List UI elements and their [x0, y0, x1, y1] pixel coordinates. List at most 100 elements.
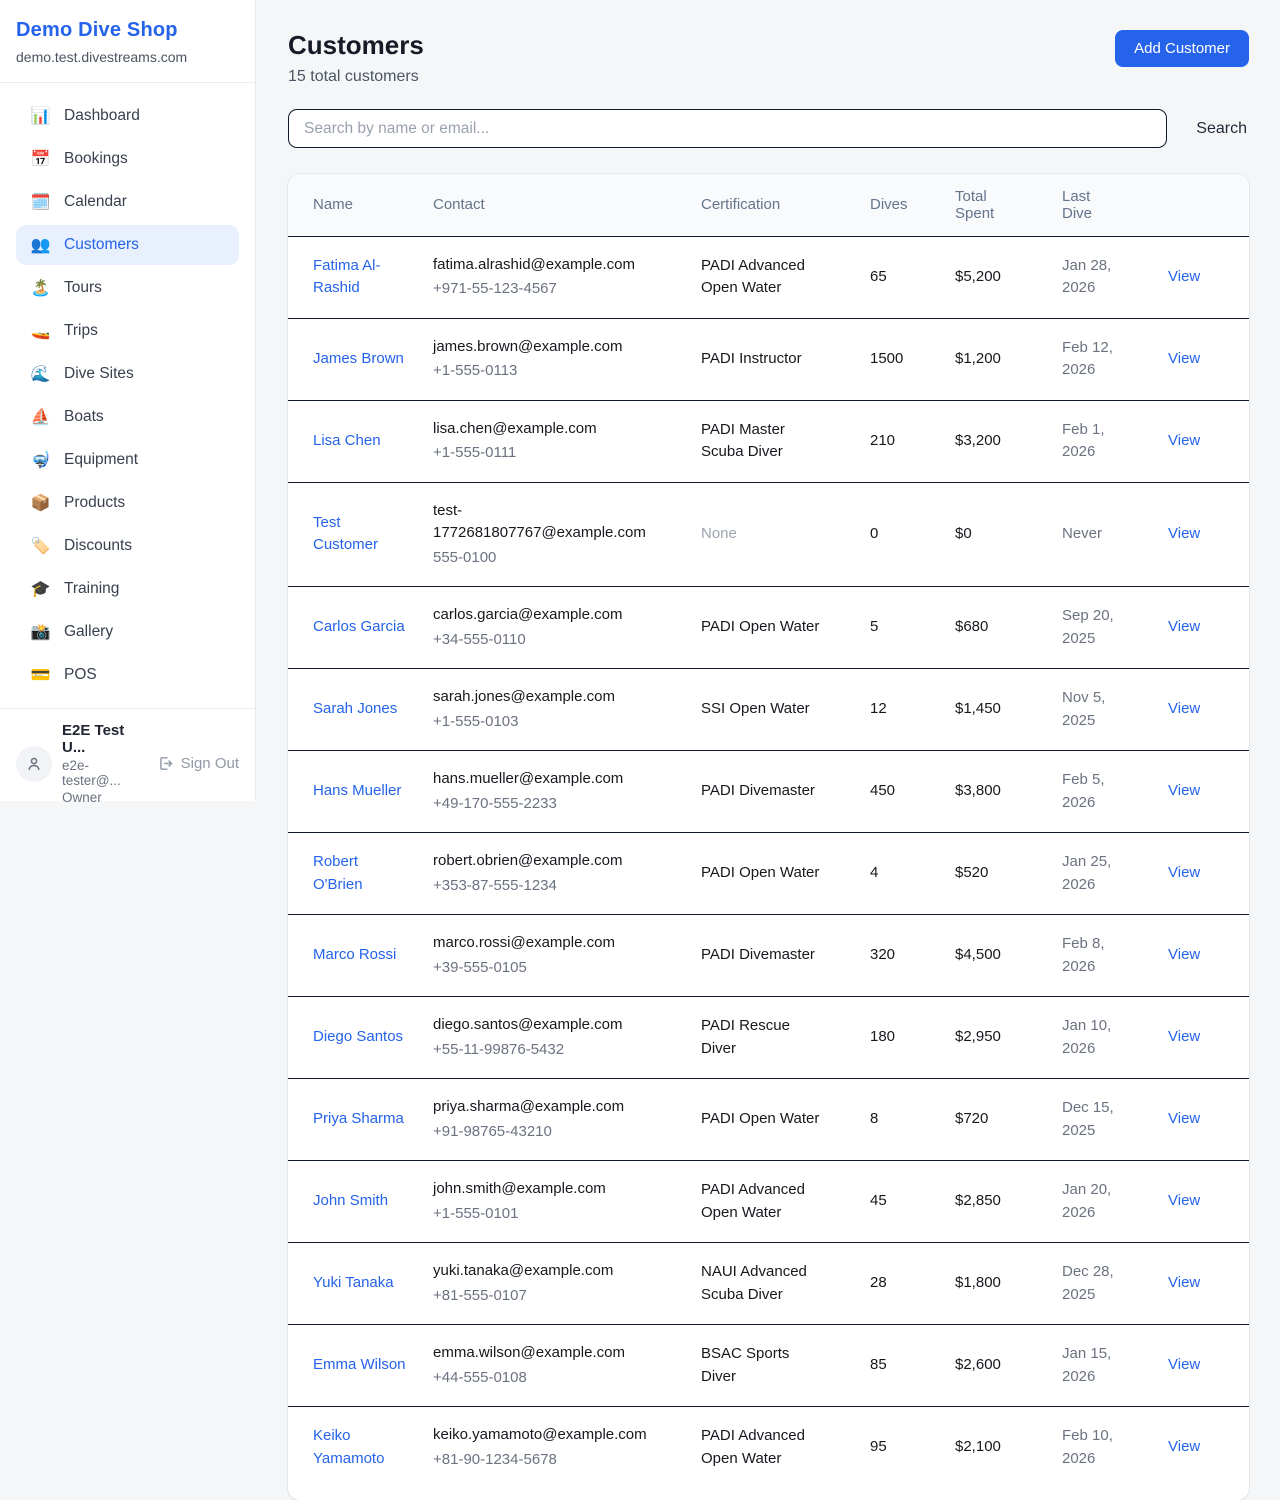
customer-last-dive-cell: Feb 12, 2026 — [1062, 318, 1168, 400]
sidebar-item-customers[interactable]: 👥 Customers — [16, 225, 239, 265]
sidebar-item-discounts[interactable]: 🏷️ Discounts — [16, 526, 239, 566]
customer-name-link[interactable]: Yuki Tanaka — [313, 1272, 394, 1295]
customer-contact-cell: marco.rossi@example.com +39-555-0105 — [433, 915, 701, 997]
customer-certification-cell: PADI Open Water — [701, 587, 870, 669]
last-dive-value: Jan 15, 2026 — [1062, 1343, 1134, 1388]
view-link[interactable]: View — [1168, 618, 1200, 635]
customer-last-dive-cell: Nov 5, 2025 — [1062, 669, 1168, 751]
sidebar-item-tours[interactable]: 🏝️ Tours — [16, 268, 239, 308]
customer-name-link[interactable]: Diego Santos — [313, 1026, 403, 1049]
customer-name-link[interactable]: Hans Mueller — [313, 780, 401, 803]
sidebar-item-pos[interactable]: 💳 POS — [16, 655, 239, 695]
customer-actions-cell: View — [1168, 915, 1249, 997]
view-link[interactable]: View — [1168, 946, 1200, 963]
view-link[interactable]: View — [1168, 782, 1200, 799]
sign-out-icon — [157, 755, 174, 772]
view-link[interactable]: View — [1168, 525, 1200, 542]
last-dive-value: Feb 10, 2026 — [1062, 1425, 1134, 1470]
customer-name-cell: Fatima Al-Rashid — [288, 236, 433, 318]
customer-name-link[interactable]: Robert O'Brien — [313, 851, 409, 896]
sidebar-item-bookings[interactable]: 📅 Bookings — [16, 139, 239, 179]
last-dive-value: Dec 28, 2025 — [1062, 1261, 1134, 1306]
customer-name-link[interactable]: Sarah Jones — [313, 698, 397, 721]
nav-item-icon: 🏷️ — [30, 536, 51, 556]
customer-last-dive-cell: Jan 10, 2026 — [1062, 997, 1168, 1079]
customer-certification-cell: PADI Instructor — [701, 318, 870, 400]
last-dive-value: Sep 20, 2025 — [1062, 605, 1134, 650]
view-link[interactable]: View — [1168, 700, 1200, 717]
customer-email: emma.wilson@example.com — [433, 1342, 658, 1365]
view-link[interactable]: View — [1168, 1274, 1200, 1291]
search-button[interactable]: Search — [1194, 114, 1249, 144]
customer-name-link[interactable]: Fatima Al-Rashid — [313, 255, 409, 300]
customer-name-link[interactable]: James Brown — [313, 348, 404, 371]
customer-name-link[interactable]: Marco Rossi — [313, 944, 396, 967]
sidebar-item-dashboard[interactable]: 📊 Dashboard — [16, 96, 239, 136]
customer-contact-cell: james.brown@example.com +1-555-0113 — [433, 318, 701, 400]
customer-email: james.brown@example.com — [433, 336, 658, 359]
view-link[interactable]: View — [1168, 1028, 1200, 1045]
customer-name-link[interactable]: Carlos Garcia — [313, 616, 405, 639]
page-header: Customers 15 total customers Add Custome… — [288, 30, 1249, 86]
sidebar-item-products[interactable]: 📦 Products — [16, 483, 239, 523]
sidebar-item-calendar[interactable]: 🗓️ Calendar — [16, 182, 239, 222]
view-link[interactable]: View — [1168, 1356, 1200, 1373]
certification-label: PADI Divemaster — [701, 780, 815, 803]
sidebar-item-training[interactable]: 🎓 Training — [16, 569, 239, 609]
table-row: Diego Santos diego.santos@example.com +5… — [288, 997, 1249, 1079]
customer-name-link[interactable]: John Smith — [313, 1190, 388, 1213]
customer-name-cell: Sarah Jones — [288, 669, 433, 751]
nav-item-icon: 🎓 — [30, 579, 51, 599]
shop-title[interactable]: Demo Dive Shop — [16, 19, 239, 42]
customer-last-dive-cell: Feb 1, 2026 — [1062, 400, 1168, 482]
add-customer-button[interactable]: Add Customer — [1115, 30, 1249, 67]
view-link[interactable]: View — [1168, 268, 1200, 285]
customer-last-dive-cell: Jan 25, 2026 — [1062, 833, 1168, 915]
search-input[interactable] — [288, 109, 1167, 148]
main-content: Customers 15 total customers Add Custome… — [256, 0, 1280, 1500]
last-dive-value: Jan 25, 2026 — [1062, 851, 1134, 896]
customer-total-spent-cell: $0 — [955, 482, 1062, 587]
customer-name-link[interactable]: Test Customer — [313, 512, 409, 557]
customer-phone: +1-555-0103 — [433, 711, 693, 734]
customer-phone: +49-170-555-2233 — [433, 793, 693, 816]
view-link[interactable]: View — [1168, 350, 1200, 367]
table-row: Fatima Al-Rashid fatima.alrashid@example… — [288, 236, 1249, 318]
customer-name-cell: Test Customer — [288, 482, 433, 587]
view-link[interactable]: View — [1168, 864, 1200, 881]
customer-name-link[interactable]: Lisa Chen — [313, 430, 381, 453]
sidebar-item-trips[interactable]: 🚤 Trips — [16, 311, 239, 351]
view-link[interactable]: View — [1168, 1192, 1200, 1209]
customer-dives-cell: 0 — [870, 482, 955, 587]
nav-item-icon: 🗓️ — [30, 192, 51, 212]
customer-actions-cell: View — [1168, 833, 1249, 915]
sidebar-item-equipment[interactable]: 🤿 Equipment — [16, 440, 239, 480]
view-link[interactable]: View — [1168, 1110, 1200, 1127]
table-row: Hans Mueller hans.mueller@example.com +4… — [288, 751, 1249, 833]
customer-name-link[interactable]: Emma Wilson — [313, 1354, 406, 1377]
customer-dives-cell: 450 — [870, 751, 955, 833]
view-link[interactable]: View — [1168, 432, 1200, 449]
last-dive-value: Feb 12, 2026 — [1062, 337, 1134, 382]
customer-actions-cell: View — [1168, 751, 1249, 833]
nav-item-icon: 👥 — [30, 235, 51, 255]
nav-item-icon: 💳 — [30, 665, 51, 685]
certification-label: NAUI Advanced Scuba Diver — [701, 1261, 826, 1306]
view-link[interactable]: View — [1168, 1438, 1200, 1455]
sidebar: Demo Dive Shop demo.test.divestreams.com… — [0, 0, 256, 801]
customer-total-spent-cell: $1,450 — [955, 669, 1062, 751]
nav-item-icon: 🤿 — [30, 450, 51, 470]
customer-last-dive-cell: Jan 15, 2026 — [1062, 1325, 1168, 1407]
customer-certification-cell: PADI Divemaster — [701, 751, 870, 833]
sign-out-button[interactable]: Sign Out — [157, 755, 239, 772]
table-row: Marco Rossi marco.rossi@example.com +39-… — [288, 915, 1249, 997]
sidebar-item-dive-sites[interactable]: 🌊 Dive Sites — [16, 354, 239, 394]
sidebar-item-boats[interactable]: ⛵ Boats — [16, 397, 239, 437]
certification-label: PADI Divemaster — [701, 944, 815, 967]
customer-actions-cell: View — [1168, 1407, 1249, 1489]
sidebar-item-gallery[interactable]: 📸 Gallery — [16, 612, 239, 652]
customers-table: Name Contact Certification Dives Total S… — [288, 174, 1249, 1488]
customer-name-link[interactable]: Keiko Yamamoto — [313, 1425, 409, 1470]
certification-label: BSAC Sports Diver — [701, 1343, 826, 1388]
customer-name-link[interactable]: Priya Sharma — [313, 1108, 404, 1131]
